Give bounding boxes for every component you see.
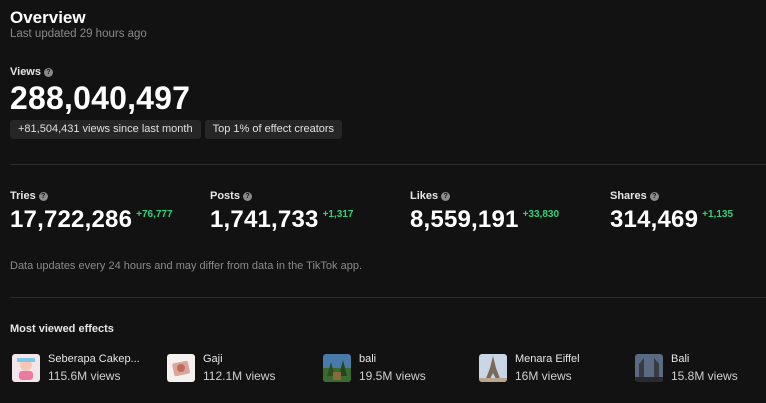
- effect-thumbnail: [12, 354, 40, 382]
- effect-views: 112.1M views: [203, 369, 276, 383]
- effect-name: bali: [359, 353, 377, 365]
- stat-value: 8,559,191: [410, 206, 519, 233]
- effect-name: Gaji: [203, 353, 223, 365]
- stat-likes: Likes ? 8,559,191 +33,830: [410, 190, 559, 234]
- stat-delta: +33,830: [522, 209, 560, 220]
- stat-posts: Posts ? 1,741,733 +1,317: [210, 190, 353, 234]
- effect-thumbnail: [323, 354, 351, 382]
- stat-value: 17,722,286: [10, 206, 133, 233]
- stat-value: 1,741,733: [210, 206, 319, 233]
- stat-label: Shares ?: [610, 190, 733, 202]
- effect-name: Bali: [671, 353, 690, 365]
- effect-item[interactable]: Menara Eiffel 16M views: [479, 353, 580, 383]
- divider: [10, 297, 766, 298]
- effect-thumbnail: [479, 354, 507, 382]
- stat-label-text: Posts: [210, 190, 240, 202]
- question-circle-icon[interactable]: ?: [44, 67, 53, 77]
- page-title: Overview: [10, 8, 86, 27]
- effect-item[interactable]: Gaji 112.1M views: [167, 353, 275, 383]
- stat-delta: +1,135: [702, 209, 734, 220]
- stat-label: Posts ?: [210, 190, 353, 202]
- question-circle-icon[interactable]: ?: [38, 191, 48, 201]
- stat-tries: Tries ? 17,722,286 +76,777: [10, 190, 173, 234]
- views-growth-chip: +81,504,431 views since last month: [10, 120, 201, 139]
- stat-label: Tries ?: [10, 190, 173, 202]
- question-circle-icon[interactable]: ?: [242, 191, 252, 201]
- effect-views: 19.5M views: [359, 369, 426, 383]
- effect-views: 15.8M views: [671, 369, 738, 383]
- effect-views: 16M views: [515, 369, 572, 383]
- stat-label-text: Likes: [410, 190, 439, 202]
- stat-label-text: Tries: [10, 190, 36, 202]
- views-chips: +81,504,431 views since last month Top 1…: [10, 120, 343, 139]
- effect-thumbnail: [635, 354, 663, 382]
- stat-delta: +76,777: [136, 209, 173, 220]
- stat-delta: +1,317: [322, 209, 354, 220]
- views-label: Views ?: [10, 66, 53, 78]
- views-total: 288,040,497: [10, 80, 191, 116]
- stat-label-text: Shares: [610, 190, 647, 202]
- creator-rank-chip: Top 1% of effect creators: [204, 120, 343, 139]
- effect-item[interactable]: bali 19.5M views: [323, 353, 426, 383]
- stat-value: 314,469: [610, 206, 699, 233]
- data-update-note: Data updates every 24 hours and may diff…: [10, 260, 362, 272]
- most-viewed-title: Most viewed effects: [10, 323, 114, 335]
- views-label-text: Views: [10, 66, 41, 78]
- stat-shares: Shares ? 314,469 +1,135: [610, 190, 733, 234]
- effect-item[interactable]: Bali 15.8M views: [635, 353, 738, 383]
- overview-page: Overview Last updated 29 hours ago Views…: [10, 0, 766, 403]
- divider: [10, 164, 766, 165]
- question-circle-icon[interactable]: ?: [441, 191, 451, 201]
- effect-views: 115.6M views: [48, 369, 121, 383]
- effect-name: Seberapa Cakep...: [48, 353, 140, 365]
- stat-label: Likes ?: [410, 190, 559, 202]
- effect-name: Menara Eiffel: [515, 353, 580, 365]
- question-circle-icon[interactable]: ?: [649, 191, 659, 201]
- effect-item[interactable]: Seberapa Cakep... 115.6M views: [12, 353, 140, 383]
- last-updated-text: Last updated 29 hours ago: [10, 28, 147, 40]
- effect-thumbnail: [167, 354, 195, 382]
